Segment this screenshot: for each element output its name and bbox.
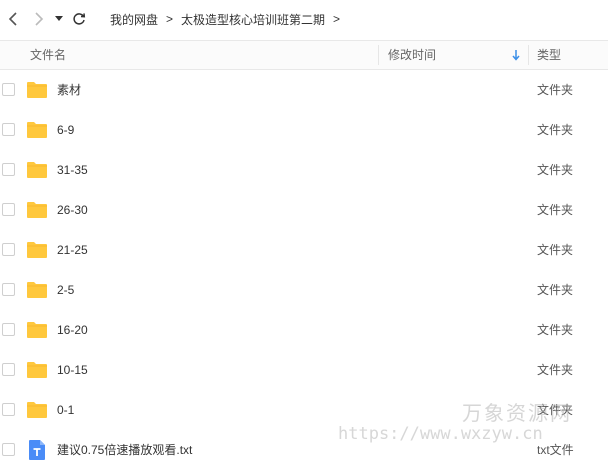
breadcrumb-item-current[interactable]: 太极造型核心培训班第二期: [177, 11, 329, 28]
file-type: 文件夹: [537, 203, 574, 217]
file-type: 文件夹: [537, 123, 574, 137]
back-button[interactable]: [0, 6, 26, 32]
chevron-right-icon: [35, 12, 44, 26]
caret-down-icon: [55, 16, 63, 21]
row-checkbox[interactable]: [2, 443, 15, 456]
folder-icon: [27, 362, 47, 378]
folder-icon: [27, 122, 47, 138]
file-row[interactable]: 2-5 文件夹: [0, 270, 608, 310]
column-header-time[interactable]: 修改时间: [388, 41, 436, 69]
folder-icon: [27, 282, 47, 298]
row-checkbox[interactable]: [2, 123, 15, 136]
breadcrumb-item-root[interactable]: 我的网盘: [106, 11, 162, 28]
column-header-name[interactable]: 文件名: [30, 41, 66, 69]
column-header-type[interactable]: 类型: [537, 41, 561, 69]
folder-icon: [27, 242, 47, 258]
file-type: 文件夹: [537, 323, 574, 337]
folder-icon: [27, 162, 47, 178]
file-row[interactable]: 6-9 文件夹: [0, 110, 608, 150]
column-header: 文件名 修改时间 类型: [0, 40, 608, 70]
toolbar: 我的网盘 > 太极造型核心培训班第二期 >: [0, 0, 608, 38]
txt-file-icon: [29, 440, 45, 460]
file-type: 文件夹: [537, 283, 574, 297]
file-type: 文件夹: [537, 243, 574, 257]
watermark-url: https://www.wxzyw.cn: [338, 424, 543, 444]
row-checkbox[interactable]: [2, 83, 15, 96]
row-checkbox[interactable]: [2, 403, 15, 416]
folder-icon: [27, 82, 47, 98]
watermark-title: 万象资源网: [462, 401, 572, 425]
file-row[interactable]: 21-25 文件夹: [0, 230, 608, 270]
file-name: 建议0.75倍速播放观看.txt: [57, 443, 193, 457]
file-row[interactable]: 10-15 文件夹: [0, 350, 608, 390]
folder-icon: [27, 202, 47, 218]
file-type: 文件夹: [537, 163, 574, 177]
breadcrumb-separator: >: [166, 12, 174, 26]
file-type: 文件夹: [537, 83, 574, 97]
file-row[interactable]: 31-35 文件夹: [0, 150, 608, 190]
chevron-left-icon: [8, 12, 17, 26]
breadcrumb: 我的网盘 > 太极造型核心培训班第二期 >: [106, 11, 344, 28]
refresh-icon: [73, 13, 86, 25]
file-name: 31-35: [57, 163, 88, 177]
refresh-button[interactable]: [66, 6, 92, 32]
file-name: 素材: [57, 83, 82, 97]
folder-icon: [27, 322, 47, 338]
file-row[interactable]: 26-30 文件夹: [0, 190, 608, 230]
file-name: 26-30: [57, 203, 88, 217]
folder-icon: [27, 402, 47, 418]
breadcrumb-separator: >: [333, 12, 341, 26]
column-divider[interactable]: [528, 45, 529, 65]
row-checkbox[interactable]: [2, 243, 15, 256]
history-dropdown-button[interactable]: [52, 6, 66, 32]
file-type: 文件夹: [537, 363, 574, 377]
sort-down-arrow-icon[interactable]: [511, 49, 521, 61]
row-checkbox[interactable]: [2, 323, 15, 336]
forward-button[interactable]: [26, 6, 52, 32]
row-checkbox[interactable]: [2, 363, 15, 376]
row-checkbox[interactable]: [2, 283, 15, 296]
file-name: 16-20: [57, 323, 88, 337]
file-row[interactable]: 素材 文件夹: [0, 70, 608, 110]
file-row[interactable]: 16-20 文件夹: [0, 310, 608, 350]
file-name: 2-5: [57, 283, 75, 297]
file-name: 21-25: [57, 243, 88, 257]
row-checkbox[interactable]: [2, 163, 15, 176]
file-name: 0-1: [57, 403, 75, 417]
column-divider[interactable]: [378, 45, 379, 65]
file-name: 6-9: [57, 123, 75, 137]
row-checkbox[interactable]: [2, 203, 15, 216]
file-name: 10-15: [57, 363, 88, 377]
